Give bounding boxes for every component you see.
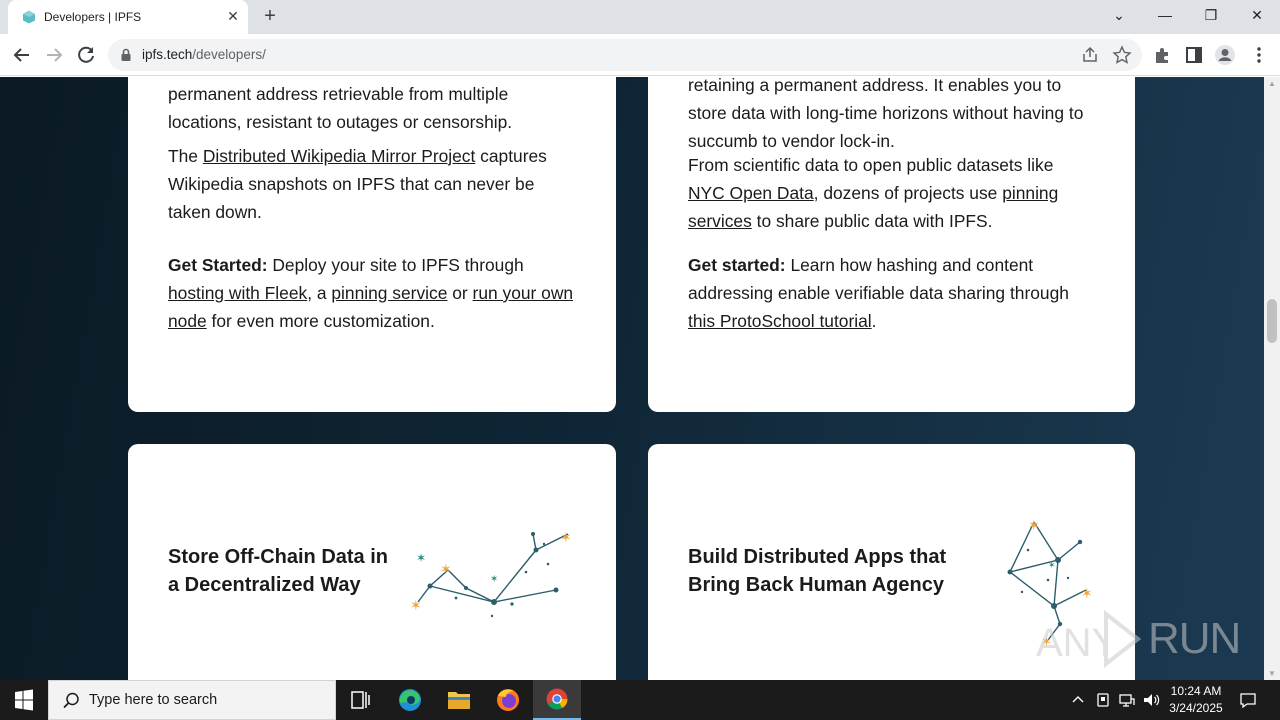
windows-taskbar: Type here to search 10:24 AM 3/24/2025 (0, 680, 1280, 720)
browser-toolbar: ipfs.tech/developers/ (0, 34, 1280, 76)
card-paragraph: The Distributed Wikipedia Mirror Project… (168, 142, 578, 226)
taskbar-search-box[interactable]: Type here to search (48, 680, 336, 720)
text: Deploy your site to IPFS through (267, 255, 524, 275)
scroll-thumb[interactable] (1267, 299, 1277, 343)
page-scrollbar[interactable]: ▲ ▼ (1264, 77, 1280, 680)
menu-kebab-icon[interactable] (1248, 44, 1270, 66)
firefox-icon[interactable] (484, 680, 532, 720)
url-path: /developers/ (192, 47, 266, 62)
url-text: ipfs.tech/developers/ (142, 47, 266, 62)
bookmark-star-icon[interactable] (1112, 45, 1132, 65)
side-panel-icon[interactable] (1183, 44, 1205, 66)
text: From scientific data to open public data… (688, 155, 1054, 175)
svg-text:✶: ✶ (1028, 518, 1040, 534)
tab-title: Developers | IPFS (44, 10, 142, 24)
card-heading: Store Off-Chain Data in a Decentralized … (168, 546, 389, 596)
svg-text:✶: ✶ (410, 598, 422, 614)
network-icon[interactable] (1117, 690, 1137, 710)
ipfs-favicon-icon (23, 10, 35, 24)
address-bar[interactable]: ipfs.tech/developers/ (108, 39, 1142, 71)
extensions-icon[interactable] (1151, 44, 1173, 66)
card-paragraph: permanent address retrievable from multi… (168, 84, 513, 132)
wikipedia-mirror-link[interactable]: Distributed Wikipedia Mirror Project (203, 146, 476, 166)
tab-close-icon[interactable]: ✕ (224, 7, 242, 25)
svg-text:✶: ✶ (416, 551, 426, 565)
svg-text:✶: ✶ (560, 530, 572, 546)
text: . (871, 311, 877, 331)
text: to share public data with IPFS. (751, 211, 993, 231)
reload-icon[interactable] (73, 42, 99, 68)
pinning-service-link[interactable]: pinning service (331, 283, 447, 303)
card-off-chain-data: Store Off-Chain Data in a Decentralized … (128, 444, 616, 680)
nyc-open-data-link[interactable]: NYC Open Data (688, 183, 814, 203)
tab-search-icon[interactable]: ⌄ (1096, 0, 1142, 30)
card-paragraph: From scientific data to open public data… (688, 151, 1088, 235)
text: The (168, 146, 203, 166)
back-icon[interactable] (9, 42, 35, 68)
card-distributed-wikipedia: permanent address retrievable from multi… (128, 77, 616, 412)
svg-text:✶: ✶ (440, 562, 452, 578)
tray-overflow-chevron-icon[interactable] (1068, 690, 1088, 710)
minimize-button[interactable]: — (1142, 0, 1188, 30)
text: for even more customization. (206, 311, 435, 331)
new-tab-button[interactable]: + (258, 5, 282, 29)
svg-text:✶: ✶ (1081, 586, 1093, 602)
search-placeholder: Type here to search (89, 692, 218, 708)
get-started-label: Get Started: (168, 255, 268, 275)
anyrun-watermark: ANY RUN (1036, 608, 1241, 672)
forward-icon[interactable] (41, 42, 67, 68)
card-heading: Build Distributed Apps that Bring Back H… (688, 546, 947, 596)
windows-start-icon[interactable] (0, 680, 48, 720)
scroll-down-icon[interactable]: ▼ (1268, 669, 1276, 678)
anyrun-logo-icon: ANY (1036, 621, 1108, 665)
search-icon (63, 692, 79, 709)
scroll-up-icon[interactable]: ▲ (1268, 79, 1276, 88)
get-started-paragraph: Get Started: Deploy your site to IPFS th… (168, 251, 578, 335)
card-open-data: retaining a permanent address. It enable… (648, 77, 1135, 412)
restore-button[interactable]: ❐ (1188, 0, 1234, 30)
tab-strip: Developers | IPFS ✕ + ⌄ — ❐ ✕ (0, 0, 1280, 34)
text: , dozens of projects use (813, 183, 1003, 203)
get-started-paragraph: Get started: Learn how hashing and conte… (688, 251, 1093, 335)
task-view-icon[interactable] (336, 680, 384, 720)
edge-browser-icon[interactable] (386, 680, 434, 720)
svg-text:✶: ✶ (490, 574, 498, 585)
text: or (447, 283, 473, 303)
svg-text:✶: ✶ (1048, 561, 1056, 571)
constellation-illustration-icon: ✶ ✶ ✶ ✶ ✶ (410, 530, 572, 618)
text: , a (307, 283, 332, 303)
play-triangle-icon (1104, 610, 1142, 668)
browser-tab[interactable]: Developers | IPFS ✕ (8, 0, 248, 34)
watermark-text: RUN (1148, 614, 1241, 663)
hosting-with-fleek-link[interactable]: hosting with Fleek (168, 283, 307, 303)
lock-icon[interactable] (120, 48, 132, 62)
share-icon[interactable] (1080, 45, 1100, 65)
clock-date[interactable]: 3/24/2025 (1166, 701, 1226, 715)
protoschool-tutorial-link[interactable]: this ProtoSchool tutorial (688, 311, 872, 331)
url-host: ipfs.tech (142, 47, 193, 62)
svg-text:ANY: ANY (1036, 621, 1108, 665)
card-paragraph: retaining a permanent address. It enable… (688, 77, 1084, 151)
clock-time[interactable]: 10:24 AM (1168, 684, 1224, 698)
chrome-icon[interactable] (533, 680, 581, 720)
tray-device-icon[interactable] (1093, 690, 1113, 710)
file-explorer-icon[interactable] (435, 680, 483, 720)
page-content: permanent address retrievable from multi… (0, 77, 1264, 680)
volume-icon[interactable] (1141, 690, 1161, 710)
get-started-label: Get started: (688, 255, 786, 275)
profile-avatar-icon[interactable] (1214, 44, 1236, 66)
notifications-icon[interactable] (1238, 690, 1258, 710)
close-window-button[interactable]: ✕ (1234, 0, 1280, 30)
